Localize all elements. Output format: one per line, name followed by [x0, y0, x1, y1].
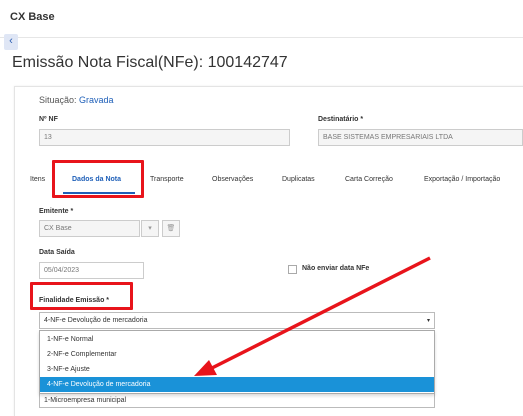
annotation-arrow: [194, 256, 431, 376]
arrow-shaft: [207, 256, 431, 372]
